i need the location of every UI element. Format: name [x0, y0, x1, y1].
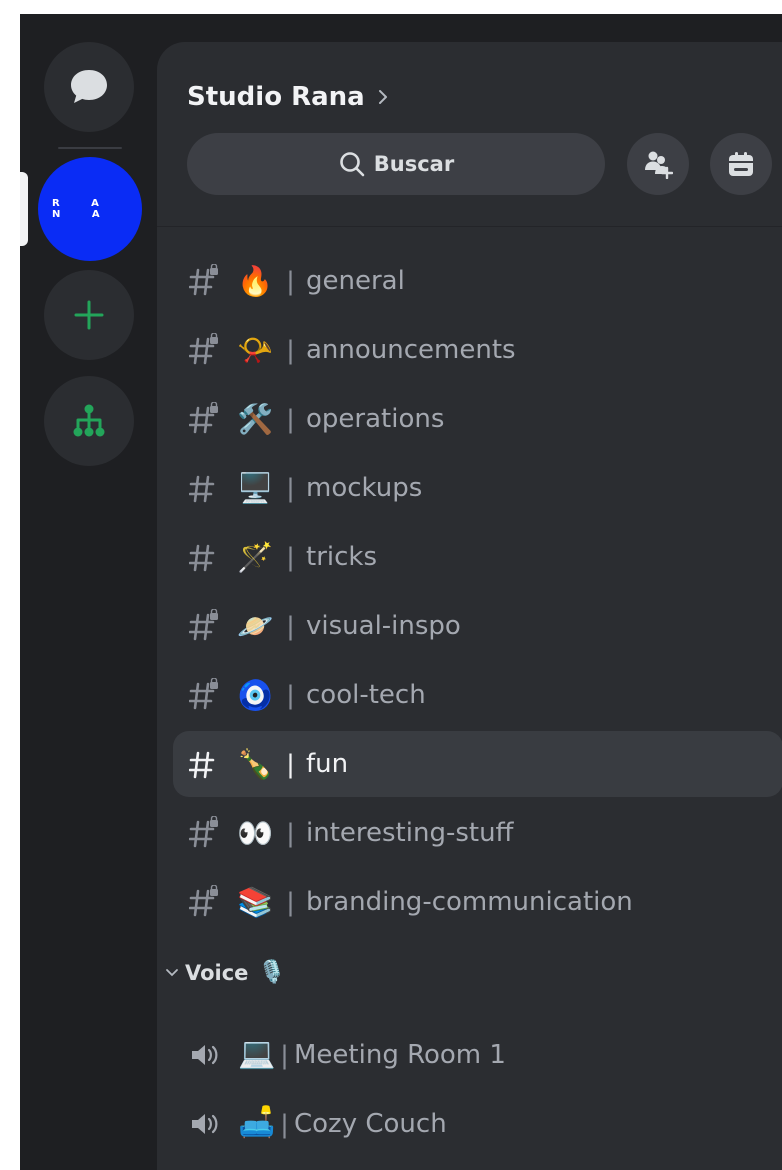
- discover-servers-button[interactable]: [44, 376, 134, 466]
- channel-item[interactable]: 🪄 | tricks: [173, 524, 782, 590]
- voice-channel-emoji: 💻: [238, 1036, 276, 1071]
- channel-emoji: 👀: [236, 816, 274, 850]
- channel-item[interactable]: 📯 | announcements: [173, 317, 782, 383]
- channel-name: interesting-stuff: [306, 818, 514, 848]
- calendar-icon: [729, 152, 753, 176]
- channel-separator: |: [287, 265, 295, 296]
- voice-channel-item[interactable]: 🛋️ | Cozy Couch: [173, 1091, 782, 1157]
- voice-channel-name: Meeting Room 1: [294, 1040, 506, 1070]
- chevron-down-icon: [165, 968, 179, 978]
- channel-separator: |: [287, 403, 295, 434]
- channel-item[interactable]: 🔥 | general: [173, 248, 782, 314]
- direct-messages-button[interactable]: [44, 42, 134, 132]
- channel-emoji: 📯: [236, 333, 274, 367]
- channel-emoji: 🍾: [236, 747, 274, 781]
- channel-separator: |: [287, 679, 295, 710]
- channel-name: fun: [306, 749, 349, 779]
- channel-emoji: 📚: [236, 885, 274, 919]
- speaker-icon: [192, 1114, 218, 1134]
- search-icon: [339, 152, 365, 177]
- channel-item[interactable]: 🍾 | fun: [173, 731, 782, 797]
- server-header[interactable]: Studio Rana: [187, 82, 389, 112]
- hash-icon: [189, 475, 215, 503]
- locked-hash-icon: [189, 333, 218, 365]
- channel-item[interactable]: 🖥️ | mockups: [173, 455, 782, 521]
- microphone-emoji: 🎙️: [258, 960, 286, 985]
- channel-separator: |: [287, 817, 295, 848]
- channel-name: announcements: [306, 335, 516, 365]
- add-server-button[interactable]: [44, 270, 134, 360]
- server-rail: R A N A: [20, 14, 157, 1170]
- channel-name: cool-tech: [306, 680, 426, 710]
- channel-item[interactable]: 📚 | branding-communication: [173, 869, 782, 935]
- channel-name: general: [306, 266, 405, 296]
- channel-separator: |: [287, 610, 295, 641]
- locked-hash-icon: [189, 816, 218, 848]
- locked-hash-icon: [189, 609, 218, 641]
- channel-separator: |: [287, 886, 295, 917]
- locked-hash-icon: [189, 678, 218, 710]
- locked-hash-icon: [189, 402, 218, 434]
- channel-emoji: 🪐: [236, 609, 274, 643]
- channel-separator: |: [287, 541, 295, 572]
- server-logo-text: R A N A: [52, 198, 114, 220]
- channel-item[interactable]: 🛠️ | operations: [173, 386, 782, 452]
- hierarchy-icon: [73, 404, 105, 437]
- voice-channel-name: Cozy Couch: [294, 1109, 447, 1139]
- voice-channel-emoji: 🛋️: [238, 1105, 276, 1140]
- header-divider: [157, 226, 782, 227]
- chat-bubble-icon: [71, 70, 107, 103]
- invite-members-button[interactable]: [627, 133, 689, 195]
- channel-name: branding-communication: [306, 887, 633, 917]
- hash-icon: [189, 544, 215, 572]
- channel-panel: Studio Rana Buscar 🔥 | general 📯 | annou…: [157, 42, 782, 1170]
- channel-separator: |: [287, 748, 295, 779]
- selected-server-indicator: [20, 172, 28, 246]
- search-button[interactable]: Buscar: [187, 133, 605, 195]
- channel-name: tricks: [306, 542, 378, 572]
- channel-emoji: 🖥️: [236, 471, 274, 505]
- channel-item[interactable]: 🧿 | cool-tech: [173, 662, 782, 728]
- events-button[interactable]: [710, 133, 772, 195]
- voice-channel-separator: |: [281, 1108, 289, 1139]
- channel-name: mockups: [306, 473, 423, 503]
- server-name: Studio Rana: [187, 82, 365, 112]
- channel-name: visual-inspo: [306, 611, 461, 641]
- channel-emoji: 🧿: [236, 678, 274, 712]
- channel-emoji: 🛠️: [236, 402, 274, 436]
- voice-channel-item[interactable]: 💻 | Meeting Room 1: [173, 1022, 782, 1088]
- channel-item[interactable]: 👀 | interesting-stuff: [173, 800, 782, 866]
- locked-hash-icon: [189, 264, 218, 296]
- channel-emoji: 🪄: [236, 540, 274, 574]
- channel-emoji: 🔥: [236, 264, 274, 298]
- add-member-icon: [645, 151, 673, 179]
- discord-app: R A N A Studio Rana Buscar 🔥 | general 📯…: [20, 14, 782, 1170]
- voice-channel-separator: |: [281, 1039, 289, 1070]
- speaker-icon: [192, 1045, 218, 1065]
- channel-item[interactable]: 🪐 | visual-inspo: [173, 593, 782, 659]
- plus-icon: [74, 300, 104, 330]
- chevron-right-icon: [377, 87, 389, 107]
- server-rana-button[interactable]: R A N A: [38, 157, 142, 261]
- channel-separator: |: [287, 334, 295, 365]
- channel-name: operations: [306, 404, 445, 434]
- locked-hash-icon: [189, 885, 218, 917]
- voice-category-header[interactable]: Voice 🎙️: [165, 960, 286, 985]
- hash-icon: [189, 751, 215, 779]
- rail-separator: [58, 147, 122, 149]
- channel-separator: |: [287, 472, 295, 503]
- search-label: Buscar: [373, 152, 455, 176]
- category-label: Voice: [185, 960, 249, 985]
